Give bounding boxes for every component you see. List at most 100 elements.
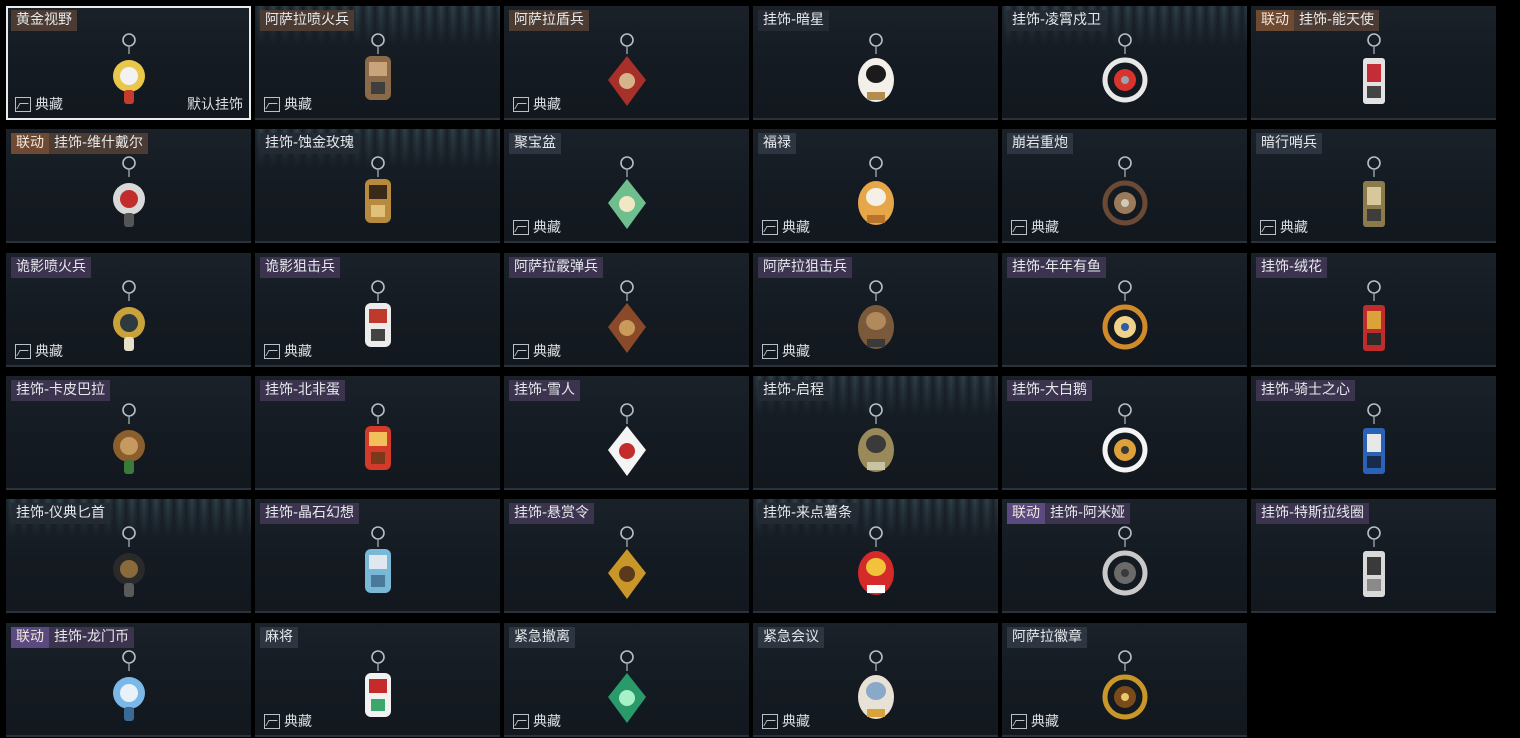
card-header: 挂饰-大白鹅 xyxy=(1007,380,1093,401)
card-header: 黄金视野 xyxy=(11,10,77,31)
amiya-charm-icon xyxy=(1090,523,1160,609)
gold-rose-charm-icon xyxy=(343,153,413,239)
knight-heart-charm-icon xyxy=(1339,400,1409,486)
charm-card[interactable]: 挂饰-凌霄戍卫 xyxy=(1002,6,1247,120)
charm-card[interactable]: 阿萨拉盾兵 典藏 xyxy=(504,6,749,120)
image-icon xyxy=(1260,219,1276,235)
image-icon xyxy=(513,713,529,729)
image-icon xyxy=(513,219,529,235)
charm-card[interactable]: 挂饰-雪人 xyxy=(504,376,749,490)
collection-badge: 典藏 xyxy=(15,94,63,114)
charm-card[interactable]: 挂饰-特斯拉线圈 xyxy=(1251,499,1496,613)
card-header: 挂饰-暗星 xyxy=(758,10,830,31)
gourd-charm-icon xyxy=(841,153,911,239)
collection-label: 典藏 xyxy=(284,714,312,730)
goose-charm-icon xyxy=(1090,400,1160,486)
snowman-charm-icon xyxy=(592,400,662,486)
card-header: 挂饰-启程 xyxy=(758,380,830,401)
charm-title: 挂饰-绒花 xyxy=(1256,257,1328,278)
card-header: 联动 挂饰-龙门币 xyxy=(11,627,135,648)
charm-card[interactable]: 联动 挂饰-能天使 xyxy=(1251,6,1496,120)
collection-label: 典藏 xyxy=(35,97,63,113)
collection-label: 典藏 xyxy=(284,344,312,360)
collection-label: 典藏 xyxy=(533,220,561,236)
charm-card[interactable]: 联动 挂饰-龙门币 xyxy=(6,623,251,737)
charm-title: 挂饰-暗星 xyxy=(758,10,830,31)
collection-label: 典藏 xyxy=(533,714,561,730)
fish-charm-icon xyxy=(1090,277,1160,363)
charm-title: 阿萨拉霰弹兵 xyxy=(509,257,603,278)
charm-title: 麻将 xyxy=(260,627,298,648)
charm-card[interactable]: 联动 挂饰-阿米娅 xyxy=(1002,499,1247,613)
card-header: 暗行哨兵 xyxy=(1256,133,1322,154)
charm-card[interactable]: 福禄 典藏 xyxy=(753,129,998,243)
charm-card[interactable]: 挂饰-悬赏令 xyxy=(504,499,749,613)
charm-card[interactable]: 黄金视野 典藏 默认挂饰 xyxy=(6,6,251,120)
collection-label: 典藏 xyxy=(782,220,810,236)
collection-badge: 典藏 xyxy=(513,711,561,731)
card-header: 挂饰-卡皮巴拉 xyxy=(11,380,111,401)
default-charm-label: 默认挂饰 xyxy=(187,97,243,113)
dark-star-charm-icon xyxy=(841,30,911,116)
charm-title: 挂饰-卡皮巴拉 xyxy=(11,380,111,401)
charm-card[interactable]: 阿萨拉喷火兵 典藏 xyxy=(255,6,500,120)
charm-title: 聚宝盆 xyxy=(509,133,561,154)
charm-card[interactable]: 挂饰-年年有鱼 xyxy=(1002,253,1247,367)
charm-card[interactable]: 紧急会议 典藏 xyxy=(753,623,998,737)
charm-title: 挂饰-悬赏令 xyxy=(509,503,595,524)
charm-card[interactable]: 挂饰-北非蛋 xyxy=(255,376,500,490)
card-header: 挂饰-特斯拉线圈 xyxy=(1256,503,1370,524)
charm-card[interactable]: 暗行哨兵 典藏 xyxy=(1251,129,1496,243)
charm-card[interactable]: 挂饰-大白鹅 xyxy=(1002,376,1247,490)
card-header: 紧急会议 xyxy=(758,627,824,648)
charm-card[interactable]: 诡影喷火兵 典藏 xyxy=(6,253,251,367)
charm-title: 挂饰-年年有鱼 xyxy=(1007,257,1107,278)
charm-card[interactable]: 挂饰-仪典匕首 xyxy=(6,499,251,613)
collection-label: 典藏 xyxy=(782,714,810,730)
charm-title: 阿萨拉喷火兵 xyxy=(260,10,354,31)
card-header: 挂饰-晶石幻想 xyxy=(260,503,360,524)
card-header: 崩岩重炮 xyxy=(1007,133,1073,154)
charm-card[interactable]: 挂饰-绒花 xyxy=(1251,253,1496,367)
wisadel-charm-icon xyxy=(94,153,164,239)
card-header: 麻将 xyxy=(260,627,298,648)
shield-soldier-charm-icon xyxy=(592,30,662,116)
charm-title: 挂饰-大白鹅 xyxy=(1007,380,1093,401)
collab-tag: 联动 xyxy=(11,133,49,154)
charm-card[interactable]: 阿萨拉徽章 典藏 xyxy=(1002,623,1247,737)
lungmen-coin-charm-icon xyxy=(94,647,164,733)
charm-card[interactable]: 麻将 典藏 xyxy=(255,623,500,737)
charm-title: 阿萨拉徽章 xyxy=(1007,627,1087,648)
image-icon xyxy=(264,96,280,112)
treasure-bowl-charm-icon xyxy=(592,153,662,239)
charm-card[interactable]: 挂饰-骑士之心 xyxy=(1251,376,1496,490)
charm-card[interactable]: 阿萨拉霰弹兵 典藏 xyxy=(504,253,749,367)
charm-card[interactable]: 紧急撤离 典藏 xyxy=(504,623,749,737)
card-header: 紧急撤离 xyxy=(509,627,575,648)
image-icon xyxy=(513,343,529,359)
charm-card[interactable]: 挂饰-暗星 xyxy=(753,6,998,120)
card-header: 聚宝盆 xyxy=(509,133,561,154)
capybara-charm-icon xyxy=(94,400,164,486)
charm-card[interactable]: 联动 挂饰-维什戴尔 xyxy=(6,129,251,243)
crystal-fantasy-charm-icon xyxy=(343,523,413,609)
collection-badge: 典藏 xyxy=(513,341,561,361)
velvet-flower-charm-icon xyxy=(1339,277,1409,363)
charm-card[interactable]: 挂饰-晶石幻想 xyxy=(255,499,500,613)
charm-title: 紧急会议 xyxy=(758,627,824,648)
charm-card[interactable]: 聚宝盆 典藏 xyxy=(504,129,749,243)
charm-card[interactable]: 挂饰-蚀金玫瑰 xyxy=(255,129,500,243)
mahjong-charm-icon xyxy=(343,647,413,733)
card-header: 挂饰-雪人 xyxy=(509,380,581,401)
charm-card[interactable]: 崩岩重炮 典藏 xyxy=(1002,129,1247,243)
collection-badge: 典藏 xyxy=(513,217,561,237)
card-header: 联动 挂饰-维什戴尔 xyxy=(11,133,149,154)
flamethrower-soldier-charm-icon xyxy=(343,30,413,116)
charm-title: 挂饰-龙门币 xyxy=(49,627,135,648)
charm-card[interactable]: 阿萨拉狙击兵 典藏 xyxy=(753,253,998,367)
charm-card[interactable]: 挂饰-卡皮巴拉 xyxy=(6,376,251,490)
charm-card[interactable]: 挂饰-启程 xyxy=(753,376,998,490)
bounty-scroll-charm-icon xyxy=(592,523,662,609)
charm-card[interactable]: 挂饰-来点薯条 xyxy=(753,499,998,613)
charm-card[interactable]: 诡影狙击兵 典藏 xyxy=(255,253,500,367)
